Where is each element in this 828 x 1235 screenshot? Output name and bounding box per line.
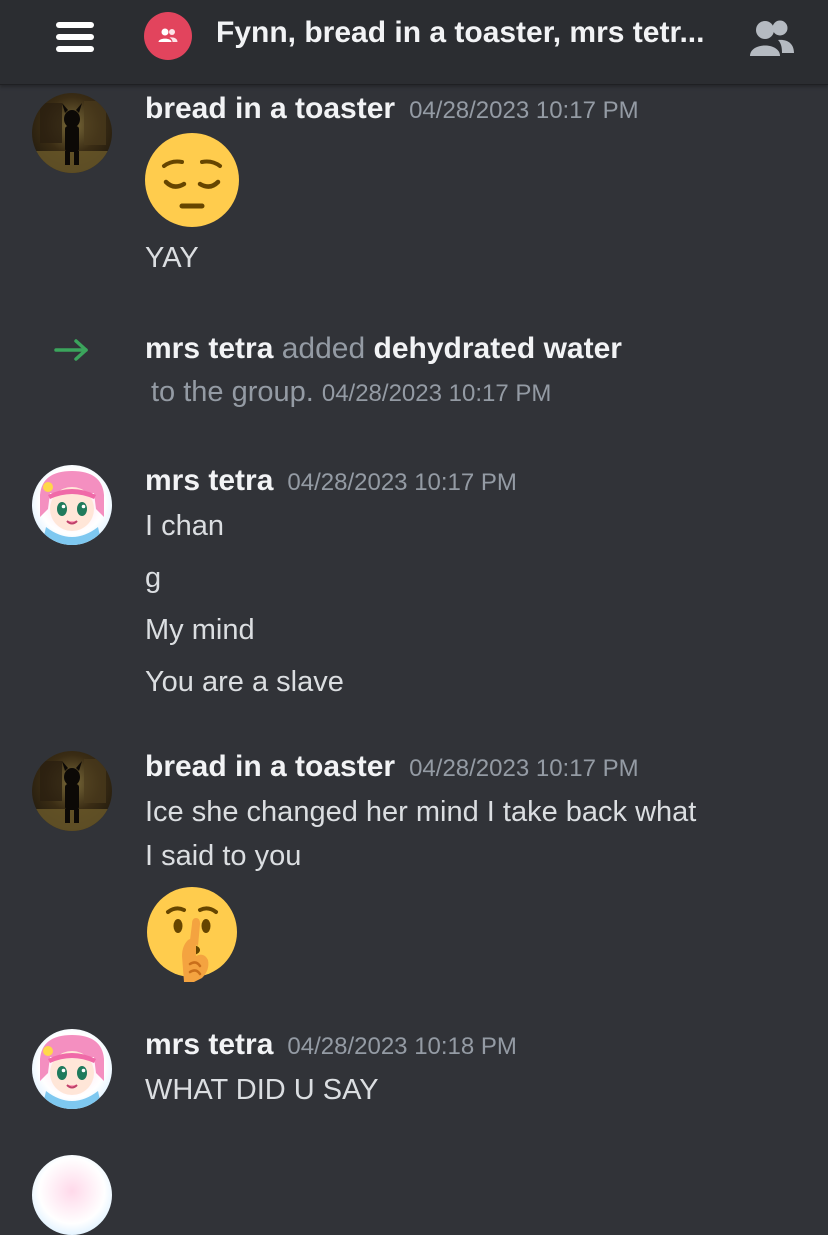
message-text: My mind — [145, 614, 255, 646]
shushing-face-emoji — [144, 886, 240, 982]
pensive-face-emoji — [144, 132, 240, 228]
members-icon[interactable] — [748, 18, 796, 58]
message-text: g — [145, 562, 162, 594]
avatar[interactable] — [32, 1155, 112, 1235]
join-arrow-icon — [54, 338, 90, 362]
hamburger-icon[interactable] — [56, 22, 96, 52]
author-name[interactable]: mrs tetra — [145, 1028, 273, 1061]
timestamp: 04/28/2023 10:17 PM — [287, 469, 517, 496]
timestamp: 04/28/2023 10:17 PM — [321, 380, 552, 407]
timestamp: 04/28/2023 10:17 PM — [409, 755, 639, 782]
message-text: YAY — [145, 242, 199, 274]
message-text: You are a slave — [145, 666, 344, 698]
avatar[interactable] — [32, 93, 112, 173]
avatar[interactable] — [32, 465, 112, 545]
system-suffix: to the group. — [151, 376, 314, 408]
group-dm-icon — [144, 12, 192, 60]
system-target[interactable]: dehydrated water — [374, 332, 622, 365]
message-text: Ice she changed her mind I take back wha… — [145, 796, 697, 828]
message-text: I said to you — [145, 840, 302, 872]
top-bar: Fynn, bread in a toaster, mrs tetr... — [0, 0, 828, 85]
system-verb: added — [281, 332, 366, 365]
avatar[interactable] — [32, 751, 112, 831]
system-actor[interactable]: mrs tetra — [145, 332, 273, 365]
author-name[interactable]: bread in a toaster — [145, 92, 395, 125]
message-text: WHAT DID U SAY — [145, 1074, 379, 1106]
timestamp: 04/28/2023 10:18 PM — [287, 1033, 517, 1060]
avatar[interactable] — [32, 1029, 112, 1109]
author-name[interactable]: bread in a toaster — [145, 750, 395, 783]
author-name[interactable]: mrs tetra — [145, 464, 273, 497]
channel-title[interactable]: Fynn, bread in a toaster, mrs tetr... — [216, 16, 706, 50]
timestamp: 04/28/2023 10:17 PM — [409, 97, 639, 124]
message-text: I chan — [145, 510, 224, 542]
